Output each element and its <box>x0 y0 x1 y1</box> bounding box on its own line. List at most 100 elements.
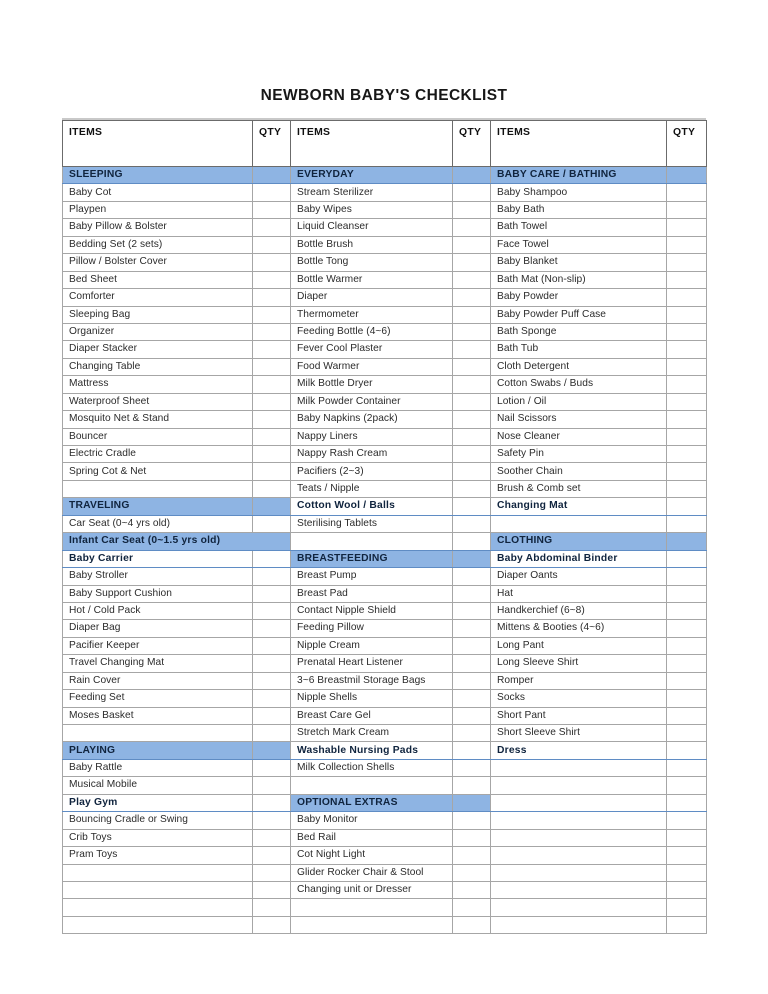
qty-cell[interactable] <box>452 410 491 429</box>
empty-cell[interactable] <box>490 776 667 795</box>
qty-cell[interactable] <box>252 305 291 324</box>
item-cell[interactable]: Baby Cot <box>62 183 253 202</box>
qty-cell[interactable] <box>252 723 291 743</box>
item-cell[interactable]: Spring Cot & Net <box>62 462 253 481</box>
item-cell[interactable]: Glider Rocker Chair & Stool <box>290 863 453 882</box>
item-cell[interactable]: Feeding Pillow <box>290 619 453 638</box>
qty-cell[interactable] <box>666 828 707 848</box>
qty-cell[interactable] <box>252 235 291 255</box>
qty-cell[interactable] <box>452 880 491 900</box>
empty-cell[interactable] <box>490 793 667 813</box>
item-cell[interactable]: Bouncer <box>62 427 253 447</box>
qty-cell[interactable] <box>452 584 491 603</box>
item-cell[interactable]: Sterilising Tablets <box>290 514 453 534</box>
qty-cell[interactable] <box>666 462 707 481</box>
empty-cell[interactable] <box>490 514 667 534</box>
qty-cell[interactable] <box>252 828 291 848</box>
item-cell[interactable]: 3~6 Breastmil Storage Bags <box>290 671 453 691</box>
item-cell[interactable]: Feeding Set <box>62 689 253 708</box>
qty-cell[interactable] <box>252 165 291 185</box>
qty-cell[interactable] <box>666 776 707 795</box>
empty-cell[interactable] <box>62 915 253 935</box>
qty-cell[interactable] <box>252 567 291 586</box>
item-cell[interactable]: Bath Sponge <box>490 322 667 342</box>
qty-cell[interactable] <box>452 444 491 464</box>
item-cell[interactable]: Feeding Bottle (4~6) <box>290 322 453 342</box>
item-cell[interactable]: Bed Rail <box>290 828 453 848</box>
item-cell[interactable]: Crib Toys <box>62 828 253 848</box>
qty-cell[interactable] <box>452 270 491 290</box>
qty-cell[interactable] <box>452 741 491 760</box>
qty-cell[interactable] <box>252 880 291 900</box>
item-cell[interactable]: Musical Mobile <box>62 776 253 795</box>
item-cell[interactable]: Baby Pillow & Bolster <box>62 218 253 237</box>
item-cell[interactable]: Fever Cool Plaster <box>290 340 453 359</box>
item-cell[interactable]: Pillow / Bolster Cover <box>62 253 253 272</box>
item-cell[interactable]: Face Towel <box>490 235 667 255</box>
qty-cell[interactable] <box>452 671 491 691</box>
qty-cell[interactable] <box>666 427 707 447</box>
empty-cell[interactable] <box>62 723 253 743</box>
item-cell[interactable]: Bottle Tong <box>290 253 453 272</box>
qty-cell[interactable] <box>666 846 707 865</box>
qty-cell[interactable] <box>666 741 707 760</box>
item-cell[interactable]: Pacifier Keeper <box>62 636 253 656</box>
qty-cell[interactable] <box>666 811 707 830</box>
qty-cell[interactable] <box>452 322 491 342</box>
qty-cell[interactable] <box>666 898 707 917</box>
item-cell[interactable]: Diaper <box>290 288 453 307</box>
qty-cell[interactable] <box>252 410 291 429</box>
item-cell[interactable]: Mittens & Booties (4~6) <box>490 619 667 638</box>
item-cell[interactable]: Baby Stroller <box>62 567 253 586</box>
item-cell[interactable]: Thermometer <box>290 305 453 324</box>
item-cell[interactable]: Sleeping Bag <box>62 305 253 324</box>
item-cell[interactable]: Stream Sterilizer <box>290 183 453 202</box>
qty-cell[interactable] <box>666 689 707 708</box>
item-cell[interactable]: Baby Wipes <box>290 200 453 220</box>
qty-cell[interactable] <box>252 322 291 342</box>
item-cell[interactable]: Baby Monitor <box>290 811 453 830</box>
qty-cell[interactable] <box>666 479 707 499</box>
qty-cell[interactable] <box>252 462 291 481</box>
item-cell[interactable]: Baby Napkins (2pack) <box>290 410 453 429</box>
item-cell[interactable]: Mattress <box>62 375 253 394</box>
item-cell[interactable]: Mosquito Net & Stand <box>62 410 253 429</box>
qty-cell[interactable] <box>666 322 707 342</box>
item-cell[interactable]: Bath Mat (Non-slip) <box>490 270 667 290</box>
qty-cell[interactable] <box>452 793 491 813</box>
item-cell[interactable]: Socks <box>490 689 667 708</box>
item-cell[interactable]: Nipple Shells <box>290 689 453 708</box>
qty-cell[interactable] <box>452 636 491 656</box>
qty-cell[interactable] <box>666 253 707 272</box>
qty-cell[interactable] <box>252 340 291 359</box>
qty-cell[interactable] <box>252 811 291 830</box>
item-cell[interactable]: Safety Pin <box>490 444 667 464</box>
item-cell[interactable]: Prenatal Heart Listener <box>290 654 453 673</box>
item-cell[interactable]: Car Seat (0~4 yrs old) <box>62 514 253 534</box>
qty-cell[interactable] <box>666 723 707 743</box>
qty-cell[interactable] <box>452 532 491 551</box>
qty-cell[interactable] <box>452 462 491 481</box>
item-cell[interactable]: Rain Cover <box>62 671 253 691</box>
qty-cell[interactable] <box>252 636 291 656</box>
qty-cell[interactable] <box>452 601 491 621</box>
item-cell[interactable]: Baby Support Cushion <box>62 584 253 603</box>
item-cell[interactable]: Changing Table <box>62 357 253 377</box>
qty-cell[interactable] <box>252 863 291 882</box>
item-cell[interactable]: Soother Chain <box>490 462 667 481</box>
item-cell[interactable]: Nappy Rash Cream <box>290 444 453 464</box>
qty-cell[interactable] <box>452 357 491 377</box>
qty-cell[interactable] <box>252 898 291 917</box>
qty-cell[interactable] <box>666 410 707 429</box>
item-cell[interactable]: Diaper Oants <box>490 567 667 586</box>
empty-cell[interactable] <box>490 811 667 830</box>
qty-cell[interactable] <box>252 444 291 464</box>
item-cell[interactable]: Nipple Cream <box>290 636 453 656</box>
qty-cell[interactable] <box>452 253 491 272</box>
qty-cell[interactable] <box>252 619 291 638</box>
qty-cell[interactable] <box>666 375 707 394</box>
item-cell[interactable]: Stretch Mark Cream <box>290 723 453 743</box>
qty-cell[interactable] <box>252 758 291 778</box>
item-cell[interactable]: Playpen <box>62 200 253 220</box>
item-cell-merged[interactable]: Infant Car Seat (0~1.5 yrs old) <box>62 532 291 551</box>
